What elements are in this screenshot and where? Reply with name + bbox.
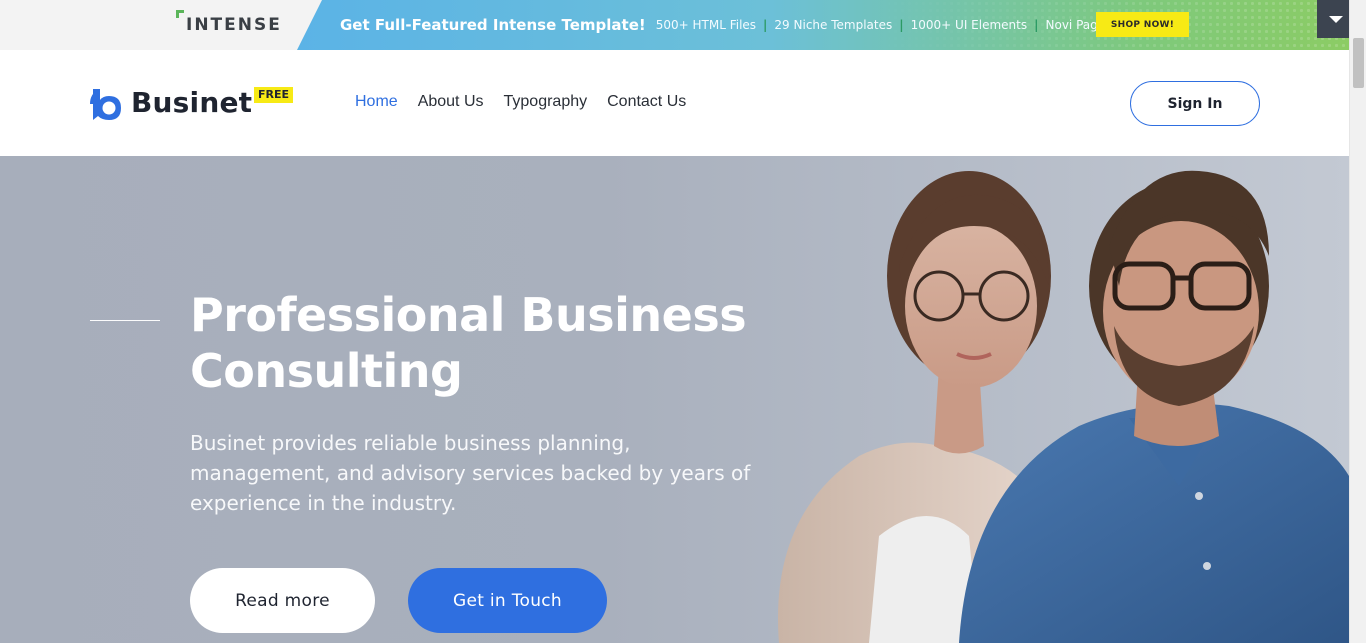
free-badge: FREE xyxy=(254,87,294,103)
intense-logo[interactable]: INTENSE xyxy=(176,10,282,40)
promo-separator: | xyxy=(899,18,904,32)
intense-logo-text: INTENSE xyxy=(186,15,282,35)
scrollbar-thumb[interactable] xyxy=(1353,38,1364,88)
hero-title-line: Professional Business xyxy=(190,288,747,342)
promo-separator: | xyxy=(1034,18,1039,32)
promo-separator: | xyxy=(763,18,768,32)
main-nav: Home About Us Typography Contact Us xyxy=(355,93,706,111)
hero-description-line: Businet provides reliable business plann… xyxy=(190,431,631,455)
promo-feature: 29 Niche Templates xyxy=(774,18,893,32)
read-more-button[interactable]: Read more xyxy=(190,568,375,633)
hero-section: Professional Business Consulting Businet… xyxy=(0,156,1349,643)
nav-item-contact-us[interactable]: Contact Us xyxy=(607,93,686,111)
brand-name: Businet xyxy=(131,85,253,119)
hero-accent-line xyxy=(90,320,160,321)
promo-feature: 1000+ UI Elements xyxy=(910,18,1028,32)
page-scrollbar[interactable] xyxy=(1349,0,1366,643)
hero-description-line: experience in the industry. xyxy=(190,491,457,515)
hero-title-line: Consulting xyxy=(190,344,463,398)
nav-item-typography[interactable]: Typography xyxy=(504,93,588,111)
nav-item-home[interactable]: Home xyxy=(355,93,398,111)
brand-logo-icon xyxy=(90,89,121,120)
hero-description-line: management, and advisory services backed… xyxy=(190,461,751,485)
get-in-touch-button[interactable]: Get in Touch xyxy=(408,568,607,633)
sign-in-button[interactable]: Sign In xyxy=(1130,81,1260,126)
promo-feature: 500+ HTML Files xyxy=(655,18,757,32)
brand-logo[interactable]: Businet xyxy=(90,84,252,120)
logo-corner-icon xyxy=(176,10,184,18)
hero-people-photo xyxy=(778,170,1349,643)
promo-bar[interactable]: INTENSE Get Full-Featured Intense Templa… xyxy=(0,0,1366,50)
hero-description: Businet provides reliable business plann… xyxy=(190,428,770,518)
chevron-down-icon xyxy=(1329,15,1343,23)
hero-title: Professional Business Consulting xyxy=(190,287,810,399)
nav-item-about-us[interactable]: About Us xyxy=(418,93,484,111)
shop-now-button[interactable]: SHOP NOW! xyxy=(1096,12,1189,37)
promo-headline: Get Full-Featured Intense Template! xyxy=(340,16,646,34)
promo-banner-content[interactable]: Get Full-Featured Intense Template! 500+… xyxy=(340,0,1151,50)
